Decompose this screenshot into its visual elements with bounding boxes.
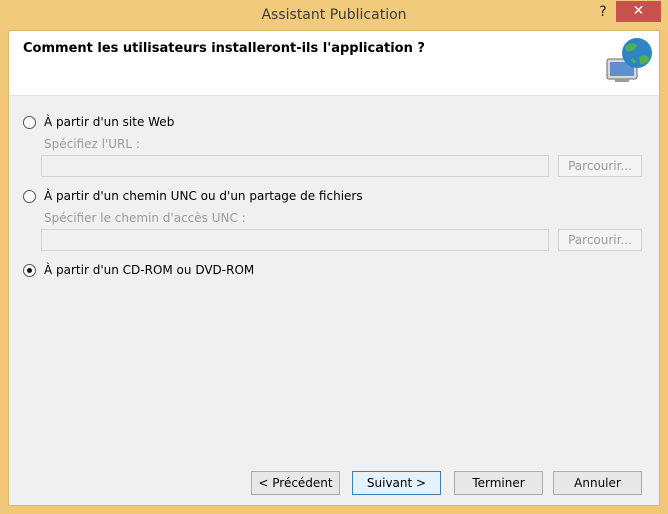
wizard-header: Comment les utilisateurs installeront-il… (9, 31, 659, 96)
option-unc-share[interactable]: À partir d'un chemin UNC ou d'un partage… (23, 187, 363, 205)
previous-button[interactable]: < Précédent (251, 471, 340, 495)
help-button[interactable]: ? (592, 2, 614, 22)
radio-cd-rom[interactable] (23, 263, 36, 277)
option-unc-share-label: À partir d'un chemin UNC ou d'un partage… (44, 189, 363, 203)
cancel-button[interactable]: Annuler (553, 471, 642, 495)
browse-unc-button[interactable]: Parcourir... (558, 229, 642, 251)
finish-button[interactable]: Terminer (454, 471, 543, 495)
option-web-site[interactable]: À partir d'un site Web (23, 113, 174, 131)
title-bar[interactable]: Assistant Publication ? ✕ (0, 0, 668, 30)
url-label: Spécifiez l'URL : (44, 137, 140, 151)
option-cd-rom-label: À partir d'un CD-ROM ou DVD-ROM (44, 263, 255, 277)
globe-computer-icon (606, 38, 652, 82)
next-button[interactable]: Suivant > (352, 471, 441, 495)
browse-url-button[interactable]: Parcourir... (558, 155, 642, 177)
radio-unc-share[interactable] (23, 189, 36, 203)
radio-web-site[interactable] (23, 115, 36, 129)
page-title: Comment les utilisateurs installeront-il… (23, 41, 425, 56)
window-title: Assistant Publication (261, 7, 407, 23)
dialog-body: Comment les utilisateurs installeront-il… (8, 30, 660, 506)
wizard-window: Assistant Publication ? ✕ Comment les ut… (0, 0, 668, 514)
close-button[interactable]: ✕ (616, 1, 661, 22)
url-input[interactable] (41, 155, 549, 177)
option-web-site-label: À partir d'un site Web (44, 115, 175, 129)
unc-path-input[interactable] (41, 229, 549, 251)
unc-label: Spécifier le chemin d'accès UNC : (44, 211, 246, 225)
option-cd-rom[interactable]: À partir d'un CD-ROM ou DVD-ROM (23, 261, 254, 279)
